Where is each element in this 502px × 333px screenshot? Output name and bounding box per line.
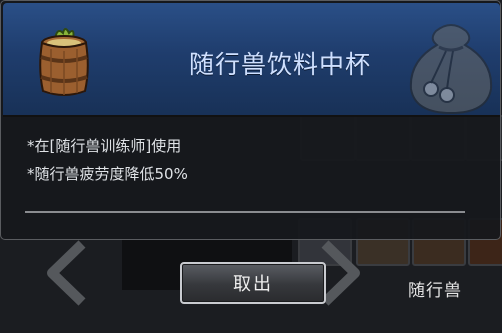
item-tooltip: 随行兽饮料中杯 *在[随行兽训练师]使用 *随行兽疲劳度降低50% [0, 0, 501, 240]
item-description: *在[随行兽训练师]使用 *随行兽疲劳度降低50% [27, 132, 188, 188]
item-title: 随行兽饮料中杯 [189, 50, 372, 79]
description-line: *在[随行兽训练师]使用 [27, 137, 182, 155]
game-scene: 随行兽 随行兽饮料中杯 *在[随行兽训练师]使用 *随行兽疲劳度降低50% 取出 [0, 0, 502, 333]
divider [25, 211, 465, 213]
left-arrow-icon[interactable] [42, 238, 102, 308]
withdraw-button[interactable]: 取出 [180, 262, 326, 304]
tooltip-header: 随行兽饮料中杯 [3, 3, 500, 117]
pouch-icon [409, 24, 493, 115]
barrel-icon [39, 28, 89, 96]
companion-tab-label[interactable]: 随行兽 [408, 276, 462, 301]
description-line: *随行兽疲劳度降低50% [27, 165, 188, 183]
